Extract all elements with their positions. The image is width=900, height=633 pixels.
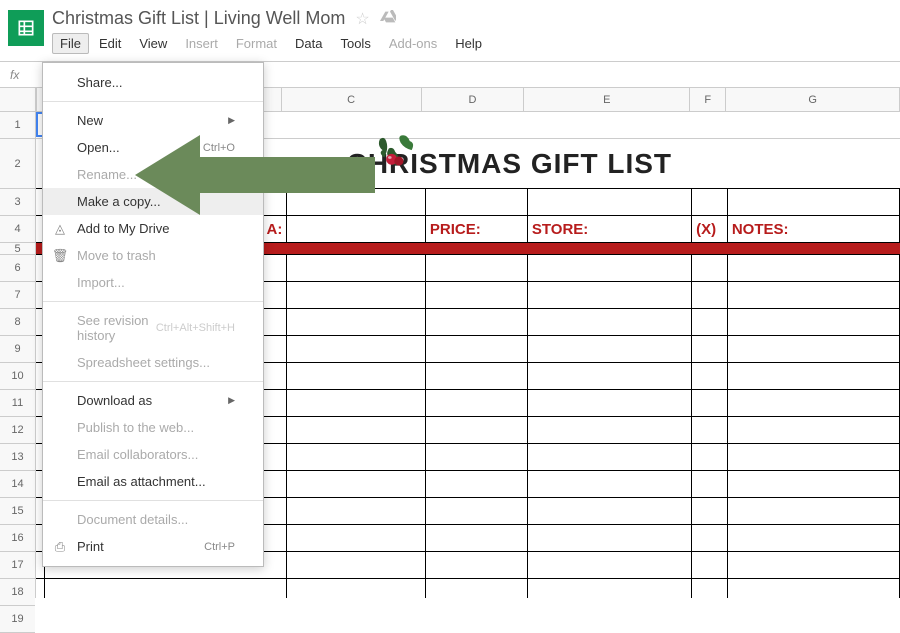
menu-new[interactable]: New▶	[43, 107, 263, 134]
fx-label: fx	[10, 68, 19, 82]
row-header[interactable]: 18	[0, 579, 35, 606]
menu-rename[interactable]: Rename...	[43, 161, 263, 188]
col-header-store[interactable]: STORE:	[528, 216, 692, 242]
menu-add-to-drive[interactable]: ◬Add to My Drive	[43, 215, 263, 242]
row-header[interactable]: 12	[0, 417, 35, 444]
col-header-c[interactable]	[287, 216, 426, 242]
menu-edit[interactable]: Edit	[91, 33, 129, 54]
col-header[interactable]: F	[690, 88, 726, 111]
row-header[interactable]: 14	[0, 471, 35, 498]
menu-file[interactable]: File	[52, 33, 89, 54]
table-row[interactable]	[36, 579, 900, 598]
col-header-notes[interactable]: NOTES:	[728, 216, 900, 242]
menu-data[interactable]: Data	[287, 33, 330, 54]
menu-format[interactable]: Format	[228, 33, 285, 54]
menu-publish-web[interactable]: Publish to the web...	[43, 414, 263, 441]
col-header[interactable]: C	[282, 88, 422, 111]
menu-move-to-trash[interactable]: 🗑Move to trash	[43, 242, 263, 269]
print-icon: ⎙	[51, 539, 69, 555]
col-header[interactable]: E	[524, 88, 690, 111]
menu-open[interactable]: Open...Ctrl+O	[43, 134, 263, 161]
menu-email-attachment[interactable]: Email as attachment...	[43, 468, 263, 495]
submenu-arrow-icon: ▶	[228, 115, 235, 126]
row-header[interactable]: 2	[0, 139, 35, 189]
row-headers: 1 2 3 4 5 6 7 8 9 10 11 12 13 14 15 16 1…	[0, 88, 36, 598]
col-header-check[interactable]: (X)	[692, 216, 728, 242]
row-header[interactable]: 1	[0, 112, 35, 139]
menu-help[interactable]: Help	[447, 33, 490, 54]
row-header[interactable]: 5	[0, 243, 35, 255]
menu-revision-history[interactable]: See revision historyCtrl+Alt+Shift+H	[43, 307, 263, 349]
app-header: Christmas Gift List | Living Well Mom ☆ …	[0, 0, 900, 62]
row-header[interactable]: 16	[0, 525, 35, 552]
submenu-arrow-icon: ▶	[228, 395, 235, 406]
menu-download-as[interactable]: Download as▶	[43, 387, 263, 414]
drive-status-icon[interactable]	[380, 10, 396, 27]
row-header[interactable]: 15	[0, 498, 35, 525]
row-header[interactable]: 10	[0, 363, 35, 390]
col-header-price[interactable]: PRICE:	[426, 216, 528, 242]
title-area: Christmas Gift List | Living Well Mom ☆ …	[52, 8, 892, 54]
menu-share[interactable]: Share...	[43, 69, 263, 96]
menu-insert[interactable]: Insert	[177, 33, 226, 54]
menu-tools[interactable]: Tools	[332, 33, 378, 54]
drive-add-icon: ◬	[51, 221, 69, 237]
select-all-corner[interactable]	[0, 88, 35, 112]
sheet-title[interactable]: CHRISTMAS GIFT LIST	[287, 139, 900, 188]
row-header[interactable]: 7	[0, 282, 35, 309]
row-header[interactable]: 19	[0, 606, 35, 633]
menubar: File Edit View Insert Format Data Tools …	[52, 33, 892, 54]
document-title-row: Christmas Gift List | Living Well Mom ☆	[52, 8, 892, 29]
file-menu-dropdown: Share... New▶ Open...Ctrl+O Rename... Ma…	[42, 62, 264, 567]
row-header[interactable]: 6	[0, 255, 35, 282]
row-header[interactable]: 4	[0, 216, 35, 243]
row-header[interactable]: 17	[0, 552, 35, 579]
trash-icon: 🗑	[51, 248, 69, 264]
row-header[interactable]: 8	[0, 309, 35, 336]
menu-document-details[interactable]: Document details...	[43, 506, 263, 533]
col-header[interactable]: D	[422, 88, 525, 111]
menu-spreadsheet-settings[interactable]: Spreadsheet settings...	[43, 349, 263, 376]
col-header[interactable]: G	[726, 88, 900, 111]
menu-print[interactable]: ⎙PrintCtrl+P	[43, 533, 263, 560]
document-title[interactable]: Christmas Gift List | Living Well Mom	[52, 8, 345, 29]
row-header[interactable]: 13	[0, 444, 35, 471]
menu-make-copy[interactable]: Make a copy...	[43, 188, 263, 215]
menu-email-collaborators[interactable]: Email collaborators...	[43, 441, 263, 468]
row-header[interactable]: 9	[0, 336, 35, 363]
star-icon[interactable]: ☆	[355, 9, 369, 29]
menu-import[interactable]: Import...	[43, 269, 263, 296]
sheets-logo[interactable]	[8, 10, 44, 46]
row-header[interactable]: 3	[0, 189, 35, 216]
menu-addons[interactable]: Add-ons	[381, 33, 445, 54]
menu-view[interactable]: View	[131, 33, 175, 54]
row-header[interactable]: 11	[0, 390, 35, 417]
